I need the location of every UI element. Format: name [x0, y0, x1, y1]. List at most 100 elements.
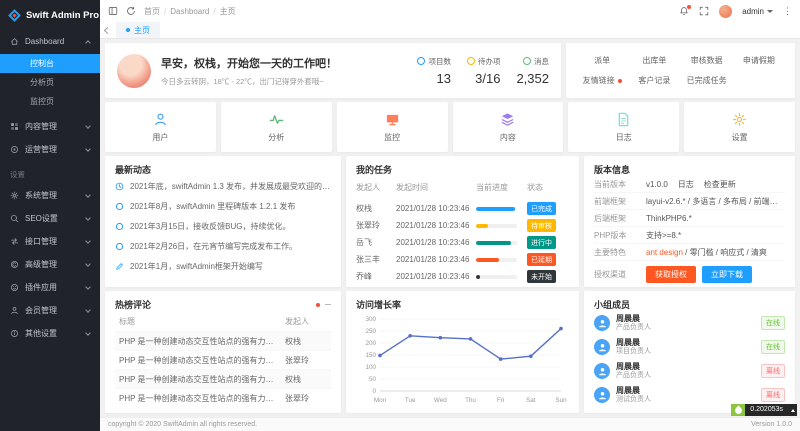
quick-link[interactable]: 客户记录 — [628, 75, 680, 86]
user-avatar[interactable] — [719, 5, 732, 18]
team-title: 小组成员 — [594, 298, 785, 311]
comment-author: 权栈 — [285, 374, 327, 385]
quick-link[interactable]: 派单 — [576, 55, 628, 66]
sidebar-item[interactable]: 接口管理 — [0, 230, 100, 253]
download-button[interactable]: 立即下载 — [702, 266, 752, 283]
chevron-down-icon — [85, 330, 91, 336]
seo-icon — [10, 214, 19, 223]
sidebar-item[interactable]: 系统管理 — [0, 184, 100, 207]
sidebar-item-console[interactable]: 控制台 — [0, 54, 100, 73]
notifications-button[interactable] — [679, 6, 689, 16]
tabs-scroll-left-icon[interactable] — [104, 26, 111, 33]
task-time: 2021/01/28 10:23:46 — [396, 255, 476, 264]
quick-link[interactable]: 友情链接 — [576, 75, 628, 86]
version-row: 前端框架 layui-v2.6.* / 多语言 / 多布局 / 前端鉴权 — [594, 193, 785, 210]
get-license-button[interactable]: 获取授权 — [646, 266, 696, 283]
status-badge: 已延期 — [527, 253, 556, 266]
hot-dot-icon[interactable] — [316, 303, 320, 307]
sidebar-item-label: SEO设置 — [25, 213, 80, 224]
tasks-card: 我的任务 发起人 发起时间 当前进度 状态 权栈 2021/01/28 10:2… — [346, 156, 579, 287]
quick-link[interactable]: 已完成任务 — [681, 75, 733, 86]
comment-row[interactable]: PHP 是一种创建动态交互性站点的强有力的服务器端脚本语言 权栈 — [115, 331, 331, 350]
team-member-row: 周晨晨 产品负责人 在线 — [594, 311, 785, 335]
comment-row[interactable]: PHP 是一种创建动态交互性站点的强有力的服务器端脚本语言 张翠玲 — [115, 388, 331, 407]
quick-link[interactable]: 出库单 — [628, 55, 680, 66]
row-welcome: 早安，权栈，开始您一天的工作吧！ 今日多云转阴，18℃ - 22℃，出门记得穿外… — [105, 43, 795, 98]
news-item[interactable]: 2021年1月，swiftAdmin框架开始编写 — [115, 256, 331, 276]
refresh-icon[interactable] — [126, 6, 136, 16]
breadcrumb-separator: / — [164, 7, 166, 16]
trace-toggle[interactable] — [788, 404, 797, 416]
circle-icon — [115, 242, 124, 251]
member-name: 周晨晨 — [616, 338, 651, 348]
breadcrumb-separator: / — [213, 7, 215, 16]
thinkphp-trace-bar: 0.202053s — [731, 404, 797, 416]
stat-label: 项目数 — [428, 56, 451, 67]
growth-line-chart: 050100150200250300MonTueWedThuFriSatSun — [356, 313, 569, 405]
member-status-badge: 在线 — [761, 340, 785, 354]
news-item[interactable]: 2021年3月15日，接收反馈BUG，持续优化。 — [115, 216, 331, 236]
sidebar-item[interactable]: 内容管理 — [0, 115, 100, 138]
growth-chart-card: 访问增长率 050100150200250300MonTueWedThuFriS… — [346, 291, 579, 413]
quick-link[interactable]: 申请假期 — [733, 55, 785, 66]
sidebar-item-analysis[interactable]: 分析页 — [0, 73, 100, 92]
stat-item: 待办项 3/16 — [467, 56, 501, 86]
expand-icon[interactable] — [699, 6, 709, 16]
breadcrumb-home[interactable]: 首页 — [144, 6, 160, 17]
news-card: 最新动态 2021年底，swiftAdmin 1.3 发布，并发展成最受欢迎的极… — [105, 156, 341, 287]
stat-value: 2,352 — [516, 71, 549, 86]
monitor-icon — [385, 112, 400, 127]
sidebar-item[interactable]: 插件应用 — [0, 276, 100, 299]
sidebar-item[interactable]: SEO设置 — [0, 207, 100, 230]
person-icon — [594, 363, 610, 379]
check-update-link[interactable]: 检查更新 — [704, 180, 736, 189]
news-item[interactable]: 2021年2月26日，在元宵节编写完成发布工作。 — [115, 236, 331, 256]
chevron-down-icon — [85, 146, 91, 152]
tasks-table-body: 权栈 2021/01/28 10:23:46 已完成 张翠玲 — [356, 200, 569, 285]
news-item[interactable]: 2021年底，swiftAdmin 1.3 发布，并发展成最受欢迎的极速开发框架… — [115, 176, 331, 196]
shortcut-label: 日志 — [616, 132, 632, 143]
comments-table-body: PHP 是一种创建动态交互性站点的强有力的服务器端脚本语言 权栈 PHP 是一种… — [115, 331, 331, 407]
ops-icon — [10, 145, 19, 154]
chevron-down-icon — [85, 307, 91, 313]
sidebar-item[interactable]: 运营管理 — [0, 138, 100, 161]
shortcut-card[interactable]: 内容 — [453, 102, 564, 152]
stat-label: 消息 — [534, 56, 549, 67]
pen-icon — [115, 262, 124, 271]
tab-home[interactable]: 主页 — [116, 22, 160, 38]
shortcut-card[interactable]: 分析 — [221, 102, 332, 152]
svg-text:300: 300 — [365, 316, 376, 323]
shortcut-card[interactable]: 用户 — [105, 102, 216, 152]
sidebar-item-dashboard[interactable]: Dashboard — [0, 30, 100, 53]
layout-icon[interactable] — [108, 6, 118, 16]
user-menu[interactable]: admin — [742, 7, 773, 16]
svg-text:150: 150 — [365, 352, 376, 359]
user-icon — [153, 112, 168, 127]
comment-row[interactable]: PHP 是一种创建动态交互性站点的强有力的服务器端脚本语言 权栈 — [115, 369, 331, 388]
stat-icon — [523, 57, 531, 65]
greeting-avatar — [117, 54, 151, 88]
sidebar-item-monitor[interactable]: 监控页 — [0, 92, 100, 111]
footer: copyright © 2020 SwiftAdmin all rights r… — [100, 417, 800, 431]
sidebar-item[interactable]: 其他设置 — [0, 322, 100, 345]
more-icon[interactable] — [325, 304, 331, 306]
person-icon — [594, 387, 610, 403]
breadcrumb-dashboard[interactable]: Dashboard — [170, 7, 209, 16]
shortcut-card[interactable]: 设置 — [684, 102, 795, 152]
sidebar-item-label: 内容管理 — [25, 121, 80, 132]
changelog-link[interactable]: 日志 — [678, 180, 694, 189]
sidebar-item[interactable]: 高级管理 — [0, 253, 100, 276]
sidebar-item-label: 高级管理 — [25, 259, 80, 270]
quick-link[interactable]: 审核数据 — [681, 55, 733, 66]
svg-text:0: 0 — [372, 388, 376, 395]
sidebar-item-label: Dashboard — [25, 37, 80, 46]
shortcut-card[interactable]: 监控 — [337, 102, 448, 152]
chevron-down-icon — [85, 238, 91, 244]
more-menu-icon[interactable]: ⋮ — [783, 7, 792, 16]
news-item[interactable]: 2021年8月，swiftAdmin 里程碑版本 1.2.1 发布 — [115, 196, 331, 216]
sidebar-item[interactable]: 会员管理 — [0, 299, 100, 322]
comment-row[interactable]: PHP 是一种创建动态交互性站点的强有力的服务器端脚本语言 张翠玲 — [115, 350, 331, 369]
version-row: 主要特色 ant design / 零门槛 / 响应式 / 清爽 — [594, 244, 785, 261]
logo[interactable]: Swift Admin Pro — [0, 0, 100, 30]
shortcut-card[interactable]: 日志 — [568, 102, 679, 152]
